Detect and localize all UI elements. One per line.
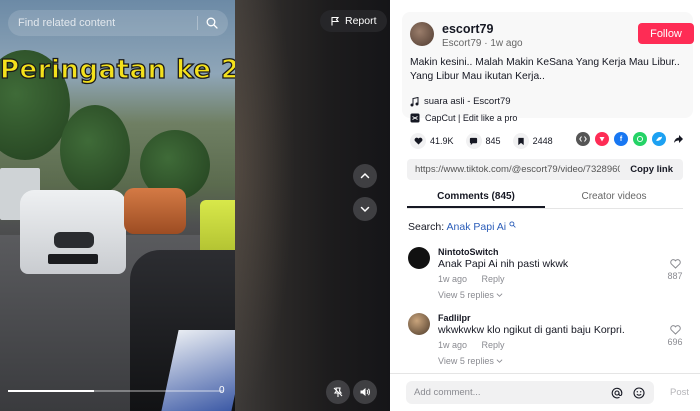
chevron-down-icon [496, 293, 503, 297]
chevron-down-icon [496, 359, 503, 363]
capcut-link[interactable]: CapCut | Edit like a pro [410, 113, 517, 123]
author-username[interactable]: escort79 [442, 22, 493, 36]
video-frame[interactable]: Peringatan ke 2 [0, 0, 235, 411]
next-video-button[interactable] [353, 197, 377, 221]
video-caption-overlay: Peringatan ke 2 [0, 54, 235, 85]
comment-text: Anak Papi Ai nih pasti wkwk [438, 258, 569, 270]
save-count: 2448 [532, 136, 553, 146]
facebook-icon[interactable]: f [614, 132, 628, 146]
heart-outline-icon [669, 325, 681, 335]
music-note-icon [410, 96, 419, 106]
follow-button[interactable]: Follow [638, 23, 694, 44]
details-panel: escort79 Escort79 · 1w ago Follow Makin … [390, 0, 700, 411]
comment-time: 1w ago [438, 340, 468, 350]
save-button[interactable]: 2448 [512, 133, 553, 149]
comment-author[interactable]: Fadlilpr [438, 313, 471, 323]
comment-like-count: 887 [667, 271, 683, 281]
search-divider [197, 16, 198, 30]
video-time: 0 [219, 385, 225, 396]
comment-input-placeholder: Add comment... [414, 387, 481, 398]
view-replies-label: View 5 replies [438, 290, 494, 300]
car-plate [48, 254, 98, 264]
tab-comments[interactable]: Comments (845) [407, 188, 545, 208]
engagement-stats: 41.9K 845 2448 [410, 133, 565, 149]
mute-button[interactable] [353, 380, 377, 404]
heart-outline-icon [669, 259, 681, 269]
comment-meta: 1w ago Reply [438, 274, 505, 284]
tab-creator-videos[interactable]: Creator videos [545, 188, 683, 208]
share-buttons: f [576, 132, 685, 146]
comment-meta: 1w ago Reply [438, 340, 505, 350]
capcut-icon [410, 113, 420, 123]
previous-video-button[interactable] [353, 164, 377, 188]
comment-like-button[interactable]: 887 [660, 259, 690, 281]
comment-input[interactable]: Add comment... [406, 381, 654, 404]
video-tree [60, 105, 130, 195]
reply-button[interactable]: Reply [482, 340, 505, 350]
comment-composer: Add comment... Post [390, 373, 700, 411]
view-replies-button[interactable]: View 5 replies [438, 290, 503, 300]
video-description: Makin kesini.. Malah Makin KeSana Yang K… [410, 57, 680, 82]
like-count: 41.9K [430, 136, 454, 146]
comment-avatar[interactable] [408, 313, 430, 335]
video-info-card: escort79 Escort79 · 1w ago Follow Makin … [402, 12, 694, 123]
post-date: 1w ago [490, 38, 523, 49]
video-player[interactable]: Peringatan ke 2 Find related content Rep… [0, 0, 390, 411]
copy-link-box: https://www.tiktok.com/@escort79/video/7… [407, 159, 683, 180]
report-label: Report [345, 15, 377, 27]
embed-icon[interactable] [576, 132, 590, 146]
video-orange-car [124, 188, 186, 234]
whatsapp-icon[interactable] [633, 132, 647, 146]
comment-author[interactable]: NintotoSwitch [438, 247, 499, 257]
related-search-placeholder: Find related content [18, 17, 116, 29]
author-meta: Escort79 · 1w ago [442, 38, 523, 49]
tab-bar: Comments (845) Creator videos [407, 188, 683, 209]
comment-count: 845 [485, 136, 501, 146]
search-icon[interactable] [206, 17, 218, 29]
capcut-label: CapCut | Edit like a pro [425, 113, 518, 123]
reply-button[interactable]: Reply [482, 274, 505, 284]
related-search-bar[interactable]: Find related content [8, 10, 228, 36]
twitter-icon[interactable] [652, 132, 666, 146]
video-white-car [20, 190, 126, 274]
video-progress-fill [8, 390, 94, 392]
comment-like-button[interactable]: 696 [660, 325, 690, 347]
comment-text: wkwkwkw klo ngikut di ganti baju Korpri. [438, 324, 625, 336]
copy-link-button[interactable]: Copy link [620, 164, 683, 175]
comment-avatar[interactable] [408, 247, 430, 269]
share-arrow-icon[interactable] [671, 132, 685, 146]
post-button[interactable]: Post [670, 387, 689, 398]
heart-icon [410, 133, 426, 149]
search-icon [509, 221, 516, 228]
pin-toggle-button[interactable] [326, 380, 350, 404]
avatar[interactable] [410, 22, 434, 46]
view-replies-label: View 5 replies [438, 356, 494, 366]
music-label: suara asli - Escort79 [424, 96, 511, 107]
flag-icon [331, 16, 340, 26]
video-progress-bar[interactable] [8, 390, 223, 392]
volume-icon [360, 388, 370, 396]
pinterest-icon[interactable] [595, 132, 609, 146]
comment-icon [465, 133, 482, 149]
like-button[interactable]: 41.9K [410, 133, 454, 149]
view-replies-button[interactable]: View 5 replies [438, 356, 503, 366]
search-keyword[interactable]: Anak Papi Ai [447, 221, 507, 233]
at-icon[interactable] [610, 386, 624, 400]
emoji-icon[interactable] [632, 386, 646, 400]
comment-like-count: 696 [667, 337, 683, 347]
music-link[interactable]: suara asli - Escort79 [410, 96, 511, 107]
report-button[interactable]: Report [320, 10, 387, 32]
search-prefix: Search: [408, 221, 445, 233]
pin-off-icon [333, 387, 343, 397]
comment-time: 1w ago [438, 274, 468, 284]
chevron-up-icon [360, 172, 370, 179]
author-display-name: Escort79 [442, 38, 482, 49]
chevron-down-icon [360, 206, 370, 213]
bookmark-icon [512, 133, 529, 149]
comment-button[interactable]: 845 [465, 133, 501, 149]
car-grille [54, 232, 94, 248]
comment-search-suggestion[interactable]: Search: Anak Papi Ai [408, 221, 516, 233]
video-url[interactable]: https://www.tiktok.com/@escort79/video/7… [407, 164, 620, 175]
